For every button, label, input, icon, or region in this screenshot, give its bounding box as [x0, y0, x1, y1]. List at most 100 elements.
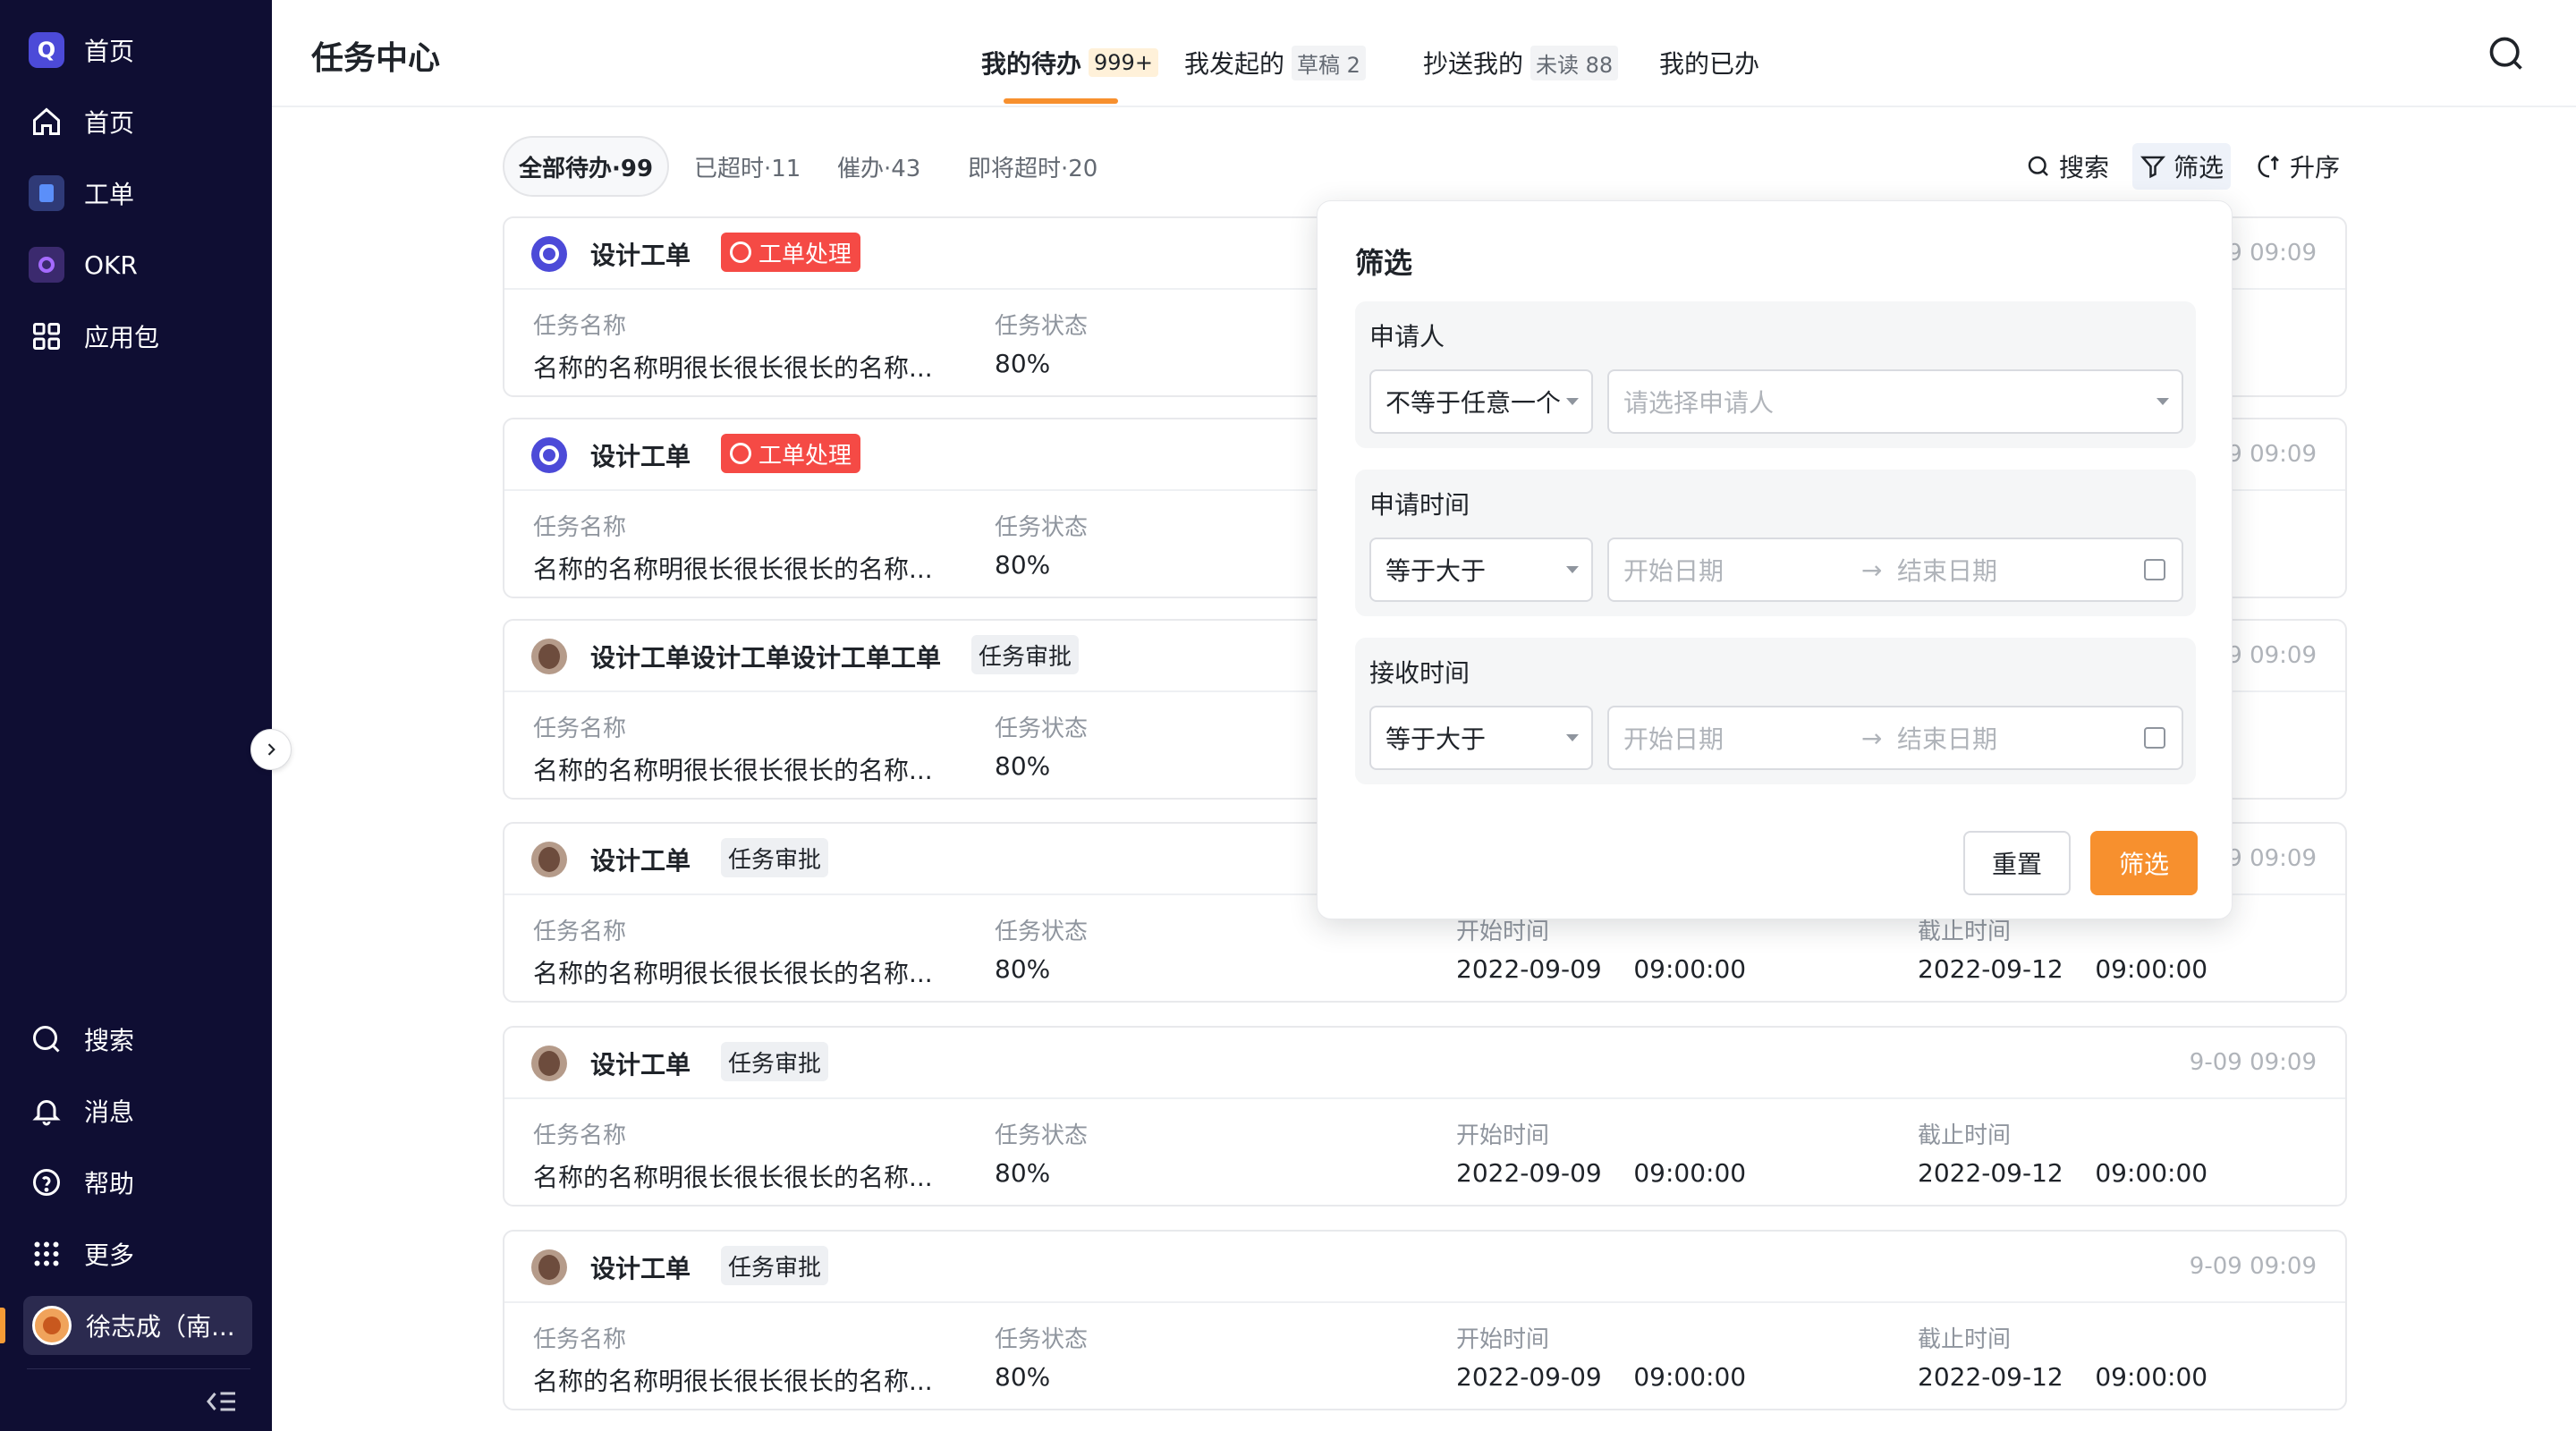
sidebar-item-label: 首页 — [84, 37, 135, 66]
filter-button[interactable]: 筛选 — [2132, 143, 2232, 190]
field-value-status: 80% — [995, 550, 1051, 580]
sidebar-item-workorder[interactable]: 工单 — [27, 166, 134, 220]
filter-group-label: 接收时间 — [1369, 658, 1470, 688]
field-label-start: 开始时间 — [1456, 1326, 1550, 1353]
operator-value: 等于大于 — [1385, 556, 1487, 586]
filter-icon — [2140, 156, 2166, 179]
app-logo-icon: Q — [27, 30, 66, 70]
header-search-icon[interactable] — [2487, 34, 2526, 73]
card-header: 设计工单 任务审批 9-09 09:09 — [504, 1232, 2345, 1303]
user-profile[interactable]: 徐志成（南... — [23, 1296, 252, 1355]
status-badge: 工单处理 — [721, 233, 861, 272]
card-time: 9 09:09 — [2227, 845, 2317, 872]
field-value-status: 80% — [995, 349, 1051, 378]
field-label-name: 任务名称 — [533, 313, 627, 340]
sidebar-item-home-logo[interactable]: Q 首页 — [27, 23, 134, 77]
sort-button[interactable]: 升序 — [2249, 143, 2347, 190]
end-date-placeholder: 结束日期 — [1897, 724, 1998, 754]
sidebar-item-help[interactable]: 帮助 — [27, 1156, 134, 1209]
calendar-icon — [2144, 559, 2165, 580]
okr-icon — [27, 245, 66, 284]
search-label: 搜索 — [2059, 153, 2110, 182]
field-value-status: 80% — [995, 1362, 1051, 1392]
tab-label: 我的已办 — [1659, 49, 1760, 79]
reset-button[interactable]: 重置 — [1963, 831, 2071, 895]
field-value-status: 80% — [995, 954, 1051, 984]
card-title: 设计工单 — [590, 1050, 691, 1080]
field-value-end: 2022-09-12 09:00:00 — [1918, 1158, 2208, 1188]
sidebar-item-label: 搜索 — [84, 1026, 135, 1055]
sidebar-item-apps[interactable]: 应用包 — [27, 309, 159, 363]
field-label-end: 截止时间 — [1918, 1326, 2012, 1353]
tab-cc[interactable]: 抄送我的 未读 88 — [1423, 45, 1619, 80]
date-range-picker[interactable]: 开始日期 → 结束日期 — [1607, 538, 2183, 602]
card-time: 9-09 09:09 — [2189, 1253, 2317, 1280]
field-label-status: 任务状态 — [995, 514, 1089, 541]
chevron-right-icon — [267, 743, 275, 756]
chevron-down-icon — [1566, 566, 1579, 573]
task-card[interactable]: 设计工单 任务审批 9-09 09:09 任务名称 名称的名称明很长很长很长的名… — [503, 1230, 2347, 1410]
applicant-select[interactable]: 请选择申请人 — [1607, 369, 2183, 434]
field-value-status: 80% — [995, 751, 1051, 781]
user-name: 徐志成（南... — [86, 1312, 235, 1342]
field-value-name: 名称的名称明很长很长很长的名称... — [533, 1367, 933, 1396]
chip-due-soon[interactable]: 即将超时·20 — [968, 136, 1097, 197]
field-label-status: 任务状态 — [995, 1326, 1089, 1353]
tab-initiated[interactable]: 我发起的 草稿 2 — [1184, 45, 1366, 80]
operator-select[interactable]: 等于大于 — [1369, 538, 1593, 602]
task-card[interactable]: 设计工单 任务审批 9-09 09:09 任务名称 名称的名称明很长很长很长的名… — [503, 1026, 2347, 1207]
card-title: 设计工单 — [590, 1254, 691, 1283]
tab-label: 我的待办 — [981, 49, 1082, 79]
card-time: 9 09:09 — [2227, 441, 2317, 468]
field-label-status: 任务状态 — [995, 313, 1089, 340]
chip-overdue[interactable]: 已超时·11 — [694, 136, 801, 197]
field-value-name: 名称的名称明很长很长很长的名称... — [533, 555, 933, 584]
field-value-start: 2022-09-09 09:00:00 — [1456, 954, 1747, 984]
card-time: 9-09 09:09 — [2189, 1049, 2317, 1076]
help-icon — [27, 1163, 66, 1202]
collapse-sidebar-icon[interactable] — [206, 1388, 242, 1415]
tab-label: 抄送我的 — [1423, 49, 1524, 79]
tab-my-todo[interactable]: 我的待办 999+ — [981, 45, 1158, 80]
chevron-down-icon — [2157, 398, 2169, 405]
start-date-placeholder: 开始日期 — [1623, 724, 1724, 754]
sidebar-item-label: 更多 — [84, 1240, 135, 1270]
operator-value: 不等于任意一个 — [1385, 388, 1562, 418]
sidebar-item-label: OKR — [84, 250, 138, 280]
field-label-name: 任务名称 — [533, 1326, 627, 1353]
expand-button[interactable] — [250, 729, 292, 770]
sidebar-item-search[interactable]: 搜索 — [27, 1012, 134, 1066]
sidebar-item-okr[interactable]: OKR — [27, 238, 138, 292]
apply-filter-button[interactable]: 筛选 — [2090, 831, 2198, 895]
search-button[interactable]: 搜索 — [2018, 143, 2116, 190]
grid-icon — [27, 317, 66, 356]
sidebar-item-label: 工单 — [84, 180, 135, 209]
tab-badge: 未读 88 — [1530, 45, 1619, 80]
operator-select[interactable]: 不等于任意一个 — [1369, 369, 1593, 434]
tab-done[interactable]: 我的已办 — [1659, 45, 1759, 80]
card-title: 设计工单设计工单设计工单工单 — [590, 643, 942, 673]
field-value-name: 名称的名称明很长很长很长的名称... — [533, 1163, 933, 1192]
chip-all-todo[interactable]: 全部待办·99 — [503, 136, 670, 197]
divider — [27, 1368, 250, 1369]
sidebar-item-more[interactable]: 更多 — [27, 1227, 134, 1281]
sidebar-item-label: 消息 — [84, 1097, 135, 1127]
chevron-down-icon — [1566, 734, 1579, 741]
field-label-name: 任务名称 — [533, 1122, 627, 1149]
filter-group-label: 申请时间 — [1369, 490, 1470, 520]
field-value-name: 名称的名称明很长很长很长的名称... — [533, 959, 933, 988]
operator-value: 等于大于 — [1385, 724, 1487, 754]
sidebar-item-label: 帮助 — [84, 1169, 135, 1198]
sidebar-item-home[interactable]: 首页 — [27, 95, 134, 148]
filter-group-label: 申请人 — [1369, 322, 1445, 351]
popover-title: 筛选 — [1355, 246, 1413, 280]
status-badge: 任务审批 — [721, 1042, 829, 1081]
date-range-picker[interactable]: 开始日期 → 结束日期 — [1607, 706, 2183, 770]
field-value-end: 2022-09-12 09:00:00 — [1918, 954, 2208, 984]
field-value-name: 名称的名称明很长很长很长的名称... — [533, 756, 933, 785]
field-label-status: 任务状态 — [995, 1122, 1089, 1149]
chip-urged[interactable]: 催办·43 — [837, 136, 920, 197]
sidebar-item-messages[interactable]: 消息 — [27, 1084, 134, 1138]
operator-select[interactable]: 等于大于 — [1369, 706, 1593, 770]
alarm-clock-icon — [730, 241, 751, 263]
